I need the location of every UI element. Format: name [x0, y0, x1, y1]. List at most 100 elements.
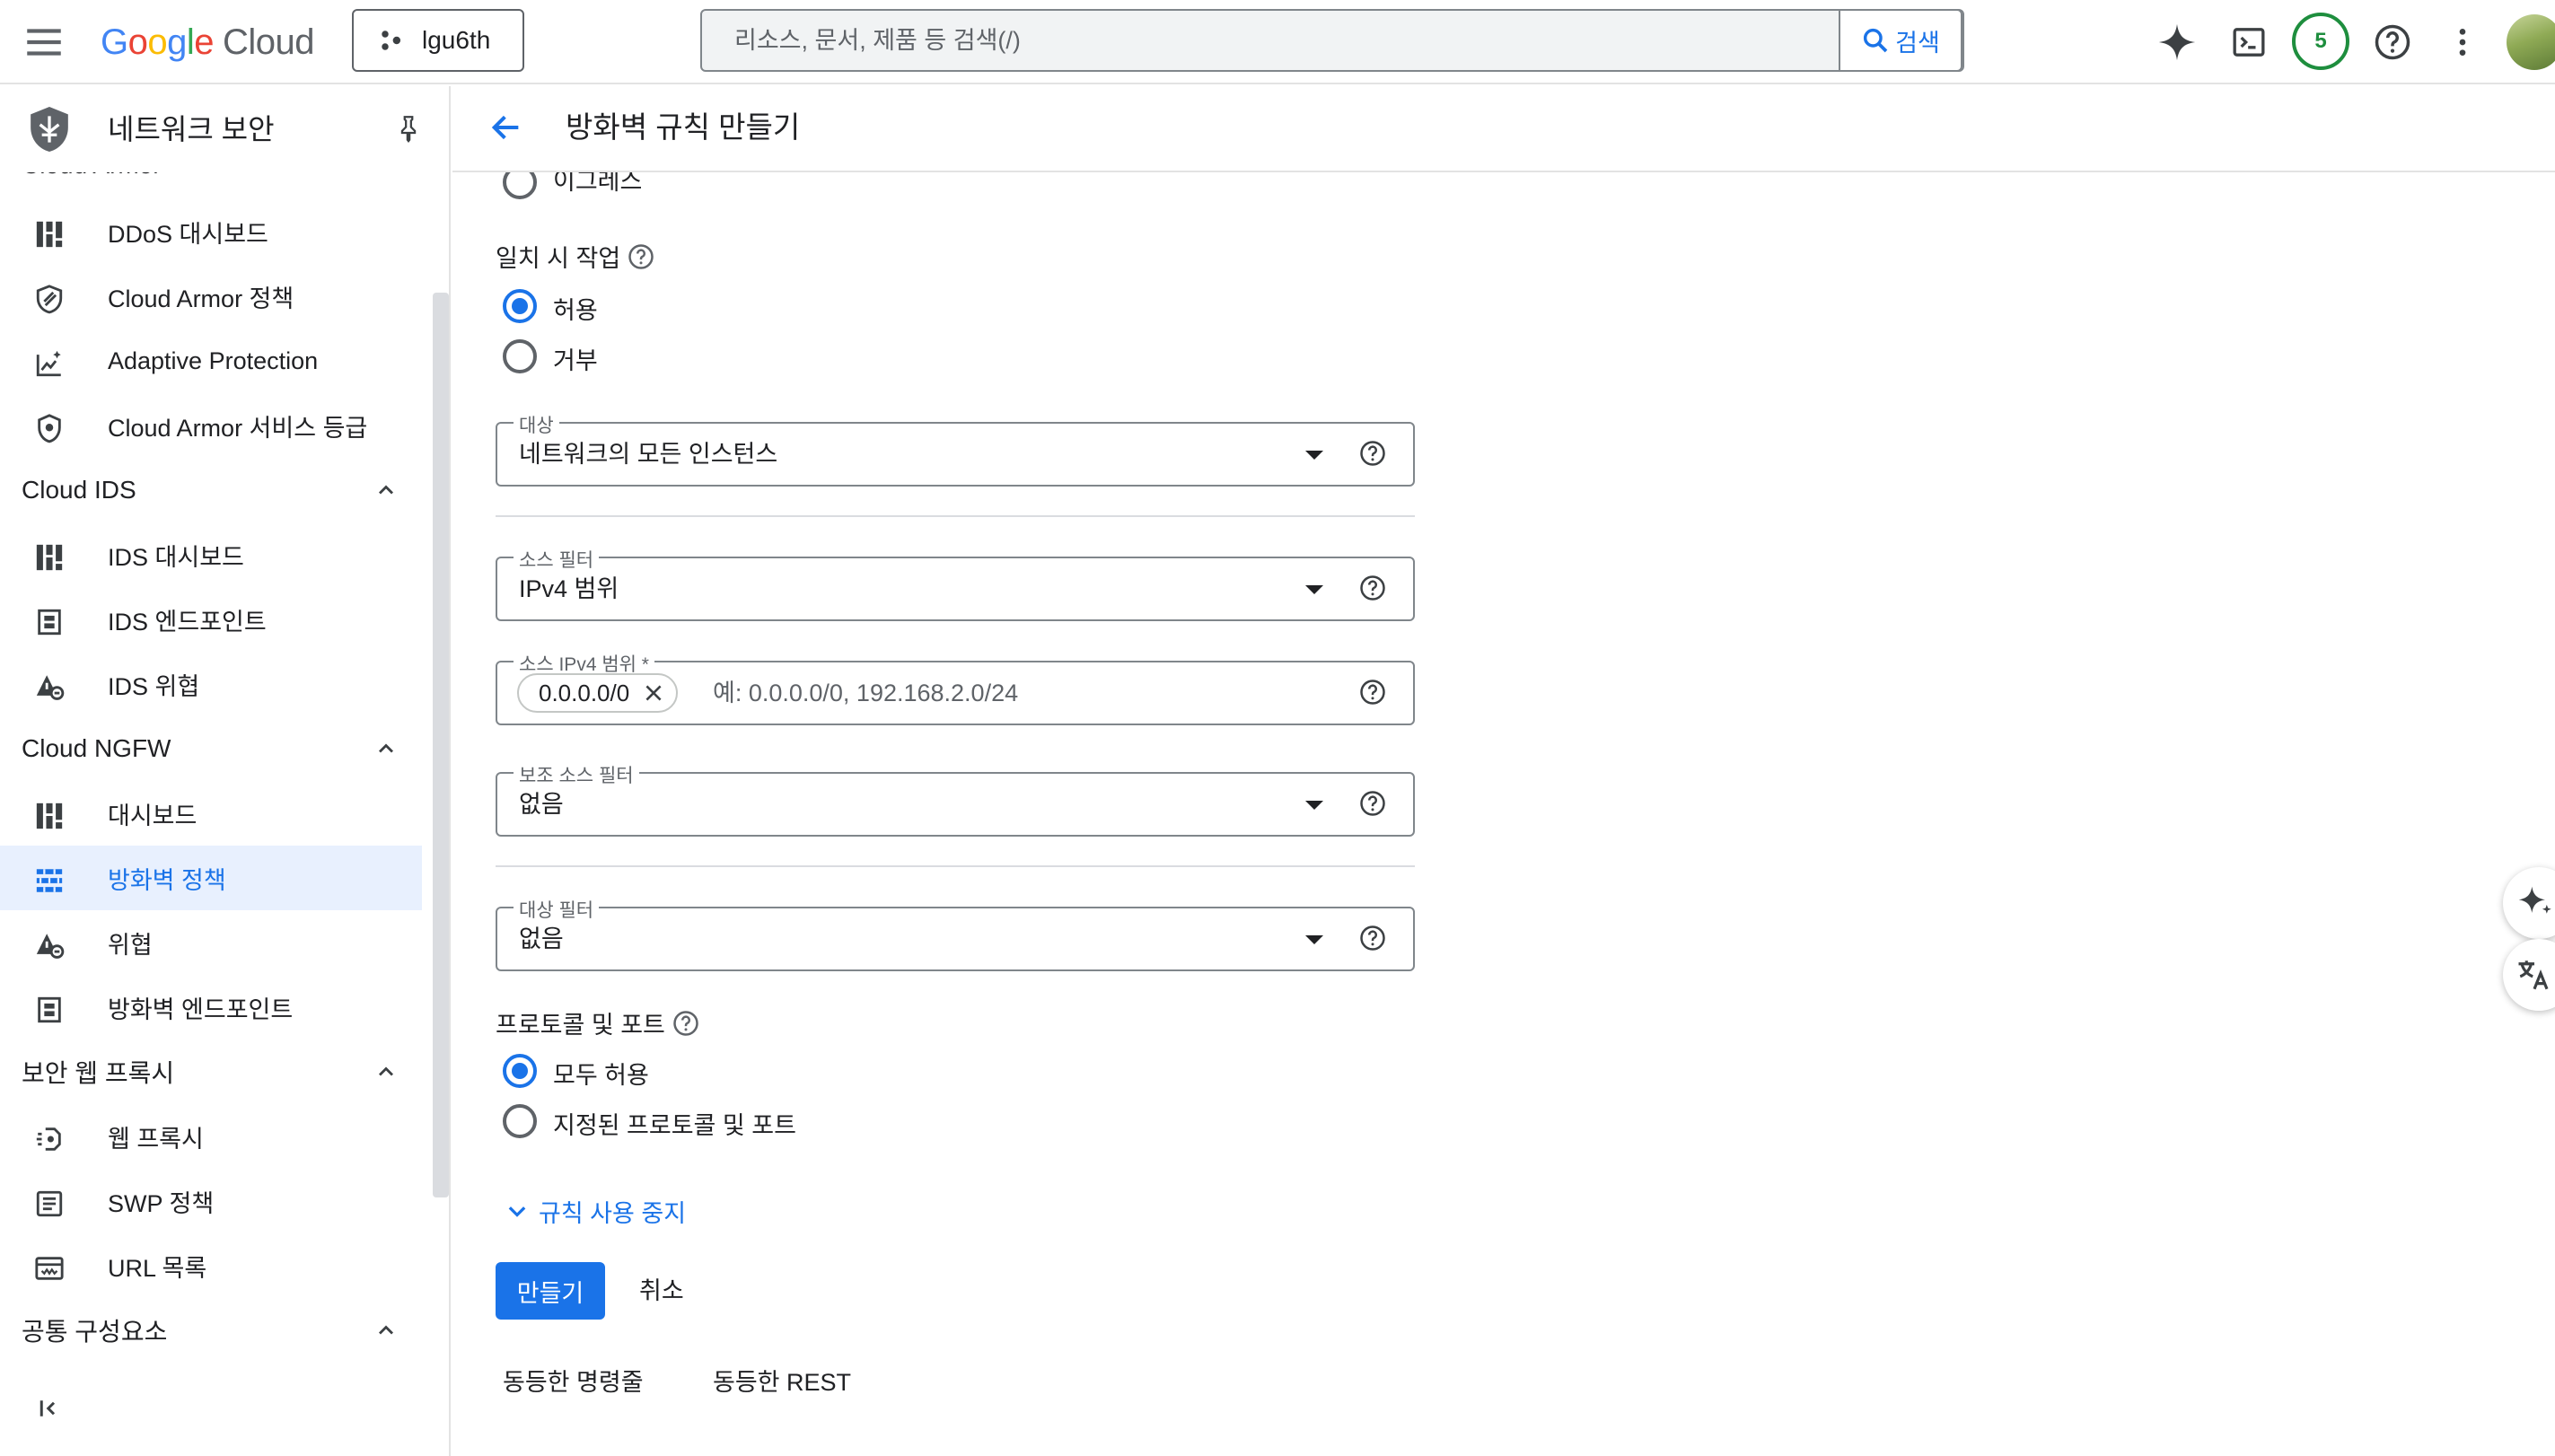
help-icon[interactable] — [1359, 440, 1386, 467]
sidebar-item-ids-endpoint[interactable]: IDS 엔드포인트 — [0, 587, 422, 652]
target-select[interactable]: 대상 네트워크의 모든 인스턴스 — [496, 411, 1415, 487]
collapse-sidebar-icon[interactable] — [36, 1395, 63, 1422]
more-vert-icon[interactable] — [2440, 20, 2485, 65]
chevron-up-icon — [379, 1066, 393, 1076]
specified-protocols-radio[interactable] — [503, 1104, 537, 1138]
help-icon[interactable] — [1359, 925, 1386, 952]
source-ipv4-input[interactable]: 예: 0.0.0.0/0, 192.168.2.0/24 — [713, 662, 1018, 724]
search-bar[interactable]: 리소스, 문서, 제품 등 검색(/) 검색 — [700, 9, 1964, 72]
sidebar-item-firewall-endpoint[interactable]: 방화벽 엔드포인트 — [0, 975, 422, 1039]
section-header-secure-web-proxy[interactable]: 보안 웹 프록시 — [22, 1045, 399, 1099]
dashboard-icon — [36, 221, 63, 248]
sidebar-item-cloud-armor-policy[interactable]: Cloud Armor 정책 — [0, 264, 422, 329]
allow-radio[interactable] — [503, 289, 537, 323]
help-icon[interactable] — [1359, 679, 1386, 706]
destination-filter-select[interactable]: 대상 필터 없음 — [496, 896, 1415, 971]
notification-badge[interactable]: 5 — [2292, 13, 2349, 70]
section-header-cloud-armor[interactable]: Cloud Armor — [22, 172, 399, 192]
source-filter-select[interactable]: 소스 필터 IPv4 범위 — [496, 546, 1415, 621]
action-on-match-label: 일치 시 작업 — [496, 239, 654, 274]
chevron-up-icon — [379, 743, 393, 753]
source-ipv4-ranges-field[interactable]: 소스 IPv4 범위 * 0.0.0.0/0 예: 0.0.0.0/0, 192… — [496, 650, 1415, 725]
cloud-shell-icon[interactable] — [2226, 20, 2271, 65]
section-header-cloud-ids[interactable]: Cloud IDS — [22, 463, 399, 517]
dropdown-arrow-icon — [1305, 935, 1323, 944]
endpoint-icon — [38, 996, 61, 1023]
sidebar-item-ngfw-dashboard[interactable]: 대시보드 — [0, 781, 422, 846]
section-header-cloud-ngfw[interactable]: Cloud NGFW — [22, 722, 399, 776]
logo-cloud-text: Cloud — [223, 22, 315, 62]
sidebar-scrollbar[interactable] — [433, 293, 449, 1197]
page-header-backdrop: 방화벽 규칙 만들기 — [452, 86, 2555, 172]
sidebar-item-cloud-armor-tier[interactable]: Cloud Armor 서비스 등급 — [0, 393, 422, 458]
sidebar-item-label: IDS 대시보드 — [108, 543, 244, 571]
allow-label: 허용 — [553, 297, 598, 324]
allow-all-radio[interactable] — [503, 1054, 537, 1088]
help-icon[interactable] — [1359, 790, 1386, 817]
equivalent-rest-button[interactable]: 동등한 REST — [697, 1354, 867, 1411]
destination-filter-value: 없음 — [519, 925, 564, 952]
chip-label: 0.0.0.0/0 — [539, 679, 630, 706]
pin-icon[interactable] — [393, 113, 424, 144]
url-list-icon — [35, 1257, 64, 1280]
help-icon[interactable] — [1359, 575, 1386, 601]
sidebar-item-label: DDoS 대시보드 — [108, 220, 268, 248]
chevron-up-icon — [379, 485, 393, 495]
translate-icon — [2518, 960, 2549, 990]
threat-icon — [36, 934, 65, 959]
threat-icon — [36, 675, 65, 700]
cancel-button[interactable]: 취소 — [623, 1262, 700, 1320]
chevron-up-icon — [379, 1325, 393, 1335]
sidebar-item-ngfw-threat[interactable]: 위협 — [0, 910, 422, 975]
sidebar-item-url-list[interactable]: URL 목록 — [0, 1233, 422, 1298]
sidebar-item-label: 방화벽 엔드포인트 — [108, 996, 294, 1023]
gemini-icon[interactable] — [2155, 20, 2199, 65]
sidebar-item-firewall-policy[interactable]: 방화벽 정책 — [0, 846, 422, 910]
create-button[interactable]: 만들기 — [496, 1262, 605, 1320]
sidebar-item-label: 방화벽 정책 — [108, 866, 226, 894]
back-arrow-icon[interactable] — [488, 110, 524, 145]
sidebar-item-label: IDS 위협 — [108, 672, 200, 700]
google-cloud-logo[interactable]: Google Cloud — [101, 16, 315, 68]
section-header-common-components[interactable]: 공통 구성요소 — [22, 1303, 399, 1357]
help-icon[interactable] — [672, 1010, 699, 1037]
sidebar-header: 네트워크 보안 — [0, 86, 449, 172]
dropdown-arrow-icon — [1305, 585, 1323, 594]
target-value: 네트워크의 모든 인스턴스 — [519, 441, 778, 468]
help-icon[interactable] — [628, 243, 654, 270]
sidebar-item-label: IDS 엔드포인트 — [108, 608, 267, 636]
sidebar-item-ids-threat[interactable]: IDS 위협 — [0, 652, 422, 716]
ip-range-chip[interactable]: 0.0.0.0/0 — [517, 673, 679, 713]
project-picker-button[interactable]: lgu6th — [352, 9, 524, 72]
help-icon[interactable] — [2370, 20, 2415, 65]
section-title: Cloud NGFW — [22, 734, 171, 762]
sidebar-item-ddos-dashboard[interactable]: DDoS 대시보드 — [0, 199, 422, 264]
sidebar-item-adaptive-protection[interactable]: Adaptive Protection — [0, 329, 422, 393]
disable-rule-toggle[interactable]: 규칙 사용 중지 — [505, 1194, 686, 1229]
avatar[interactable] — [2507, 14, 2555, 70]
sidebar-item-ids-dashboard[interactable]: IDS 대시보드 — [0, 522, 422, 587]
firewall-icon — [36, 869, 63, 892]
sidebar-item-swp-policy[interactable]: SWP 정책 — [0, 1169, 422, 1233]
menu-icon[interactable] — [22, 20, 66, 65]
dashboard-icon — [36, 544, 63, 571]
sidebar-item-web-proxy[interactable]: 웹 프록시 — [0, 1104, 422, 1169]
equivalent-command-line-button[interactable]: 동등한 명령줄 — [487, 1354, 660, 1411]
sidebar: 네트워크 보안 Cloud Armor DDoS 대시보드 Cloud Armo… — [0, 86, 451, 1456]
specified-protocols-label: 지정된 프로토콜 및 포트 — [553, 1112, 796, 1139]
secondary-source-filter-select[interactable]: 보조 소스 필터 없음 — [496, 761, 1415, 837]
search-button[interactable]: 검색 — [1839, 9, 1962, 72]
close-icon[interactable] — [642, 681, 665, 705]
deny-radio[interactable] — [503, 339, 537, 373]
section-title: Cloud Armor — [22, 172, 162, 180]
section-title: Cloud IDS — [22, 476, 136, 504]
logo-google-text: Google — [101, 22, 215, 62]
sidebar-title: 네트워크 보안 — [108, 113, 275, 145]
protocols-label-text: 프로토콜 및 포트 — [496, 1012, 665, 1039]
search-input[interactable]: 리소스, 문서, 제품 등 검색(/) — [734, 11, 1021, 70]
shield-icon — [36, 285, 63, 314]
disable-rule-label: 규칙 사용 중지 — [539, 1200, 687, 1227]
sidebar-item-label: Cloud Armor 정책 — [108, 285, 294, 312]
endpoint-icon — [38, 609, 61, 636]
protocols-ports-label: 프로토콜 및 포트 — [496, 1005, 699, 1040]
